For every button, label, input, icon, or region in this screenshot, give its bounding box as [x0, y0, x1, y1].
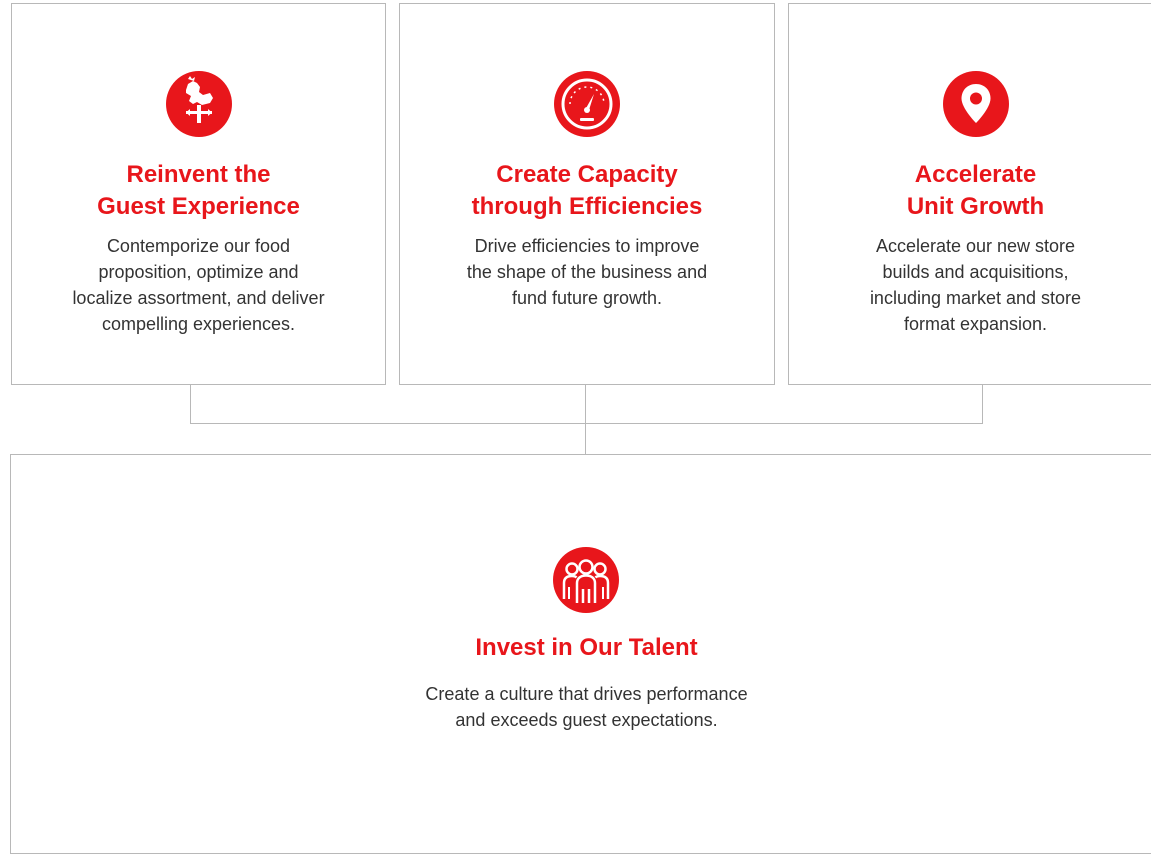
pillar-title: Accelerate Unit Growth [906, 161, 1045, 220]
pillar-description: Accelerate our new store builds and acqu… [869, 236, 1082, 334]
people-group-icon [553, 547, 619, 613]
connector-line-horizontal [190, 423, 983, 424]
connector-line-right [982, 385, 983, 424]
location-pin-icon [942, 71, 1009, 137]
foundation-title: Invest in Our Talent [475, 634, 698, 661]
rooster-weathervane-icon [165, 71, 232, 137]
pillar-title: Create Capacity through Efficiencies [471, 161, 703, 220]
foundation-description: Create a culture that drives performance… [425, 684, 748, 730]
pillar-description: Contemporize our food proposition, optim… [72, 236, 325, 334]
pillar-card-create-capacity: Create Capacity through Efficiencies Dri… [399, 3, 775, 385]
speedometer-icon [554, 71, 620, 137]
connector-line-left [190, 385, 191, 424]
pillar-card-unit-growth: Accelerate Unit Growth Accelerate our ne… [788, 3, 1151, 385]
pillar-description: Drive efficiencies to improve the shape … [466, 236, 708, 308]
foundation-card-invest-in-talent: Invest in Our Talent Create a culture th… [10, 454, 1151, 854]
pillar-title: Reinvent the Guest Experience [97, 161, 300, 220]
pillar-card-guest-experience: Reinvent the Guest Experience Contempori… [11, 3, 386, 385]
connector-line-center [585, 385, 586, 455]
